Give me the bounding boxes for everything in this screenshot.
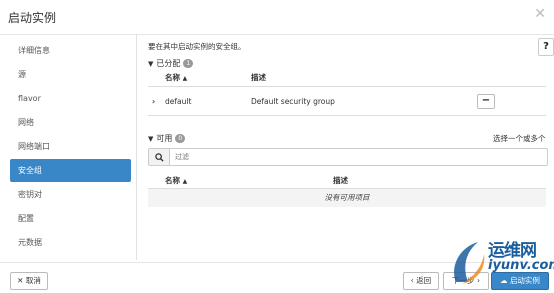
- watermark-url: iyunv.com: [488, 258, 554, 273]
- available-col-name[interactable]: 名称 ▲: [165, 175, 187, 186]
- back-label: 返回: [416, 276, 432, 285]
- available-count-badge: 0: [175, 134, 186, 143]
- sidebar-item-metadata[interactable]: 元数据: [10, 231, 131, 254]
- allocated-label: 已分配: [156, 59, 181, 68]
- available-section-toggle[interactable]: ▼ 可用 0: [148, 133, 186, 144]
- sidebar-item-configuration[interactable]: 配置: [10, 207, 131, 230]
- sidebar-item-networks[interactable]: 网络: [10, 111, 131, 134]
- available-col-name-label: 名称: [165, 176, 180, 185]
- sort-asc-icon: ▲: [182, 178, 188, 185]
- search-box: [148, 148, 548, 166]
- dialog-header: 启动实例 ✕: [0, 0, 554, 35]
- search-icon: [149, 149, 170, 165]
- allocated-col-name-label: 名称: [165, 73, 180, 82]
- chevron-down-icon: ▼: [148, 135, 154, 143]
- sidebar-item-key-pair[interactable]: 密钥对: [10, 183, 131, 206]
- sidebar-item-flavor[interactable]: flavor: [10, 87, 131, 110]
- row-description: Default security group: [251, 97, 335, 106]
- available-col-description: 描述: [333, 176, 348, 185]
- cancel-label: 取消: [25, 276, 41, 285]
- remove-button[interactable]: −: [477, 94, 495, 109]
- chevron-right-icon[interactable]: ›: [152, 97, 155, 106]
- select-hint: 选择一个或多个: [493, 134, 546, 143]
- sidebar-item-details[interactable]: 详细信息: [10, 39, 131, 62]
- close-icon[interactable]: ✕: [534, 6, 546, 22]
- chevron-down-icon: ▼: [148, 60, 154, 68]
- watermark-logo: 运维网 iyunv.com: [448, 236, 554, 290]
- sort-asc-icon: ▲: [182, 75, 188, 82]
- search-input[interactable]: [175, 151, 535, 163]
- allocated-section-toggle[interactable]: ▼ 已分配 1: [148, 58, 194, 69]
- allocated-count-badge: 1: [183, 59, 194, 68]
- section-description: 要在其中启动实例的安全组。: [148, 42, 246, 51]
- allocated-col-name[interactable]: 名称 ▲: [165, 72, 187, 83]
- available-label: 可用: [156, 134, 173, 143]
- empty-state: 没有可用项目: [148, 189, 546, 207]
- help-icon[interactable]: ?: [538, 38, 554, 56]
- sidebar-item-source[interactable]: 源: [10, 63, 131, 86]
- allocated-col-description: 描述: [251, 73, 266, 82]
- sidebar-item-security-groups[interactable]: 安全组: [10, 159, 131, 182]
- sidebar-item-network-ports[interactable]: 网络端口: [10, 135, 131, 158]
- dialog-title: 启动实例: [8, 11, 57, 25]
- back-button[interactable]: ‹ 返回: [403, 272, 439, 290]
- row-name: default: [165, 97, 192, 106]
- divider: [148, 115, 546, 116]
- close-icon: ✕: [17, 276, 24, 285]
- wizard-sidebar: 详细信息 源 flavor 网络 网络端口 安全组 密钥对 配置 元数据: [0, 35, 137, 260]
- cancel-button[interactable]: ✕ 取消: [10, 272, 48, 290]
- watermark-swirl-icon: [454, 242, 485, 284]
- chevron-left-icon: ‹: [410, 276, 414, 285]
